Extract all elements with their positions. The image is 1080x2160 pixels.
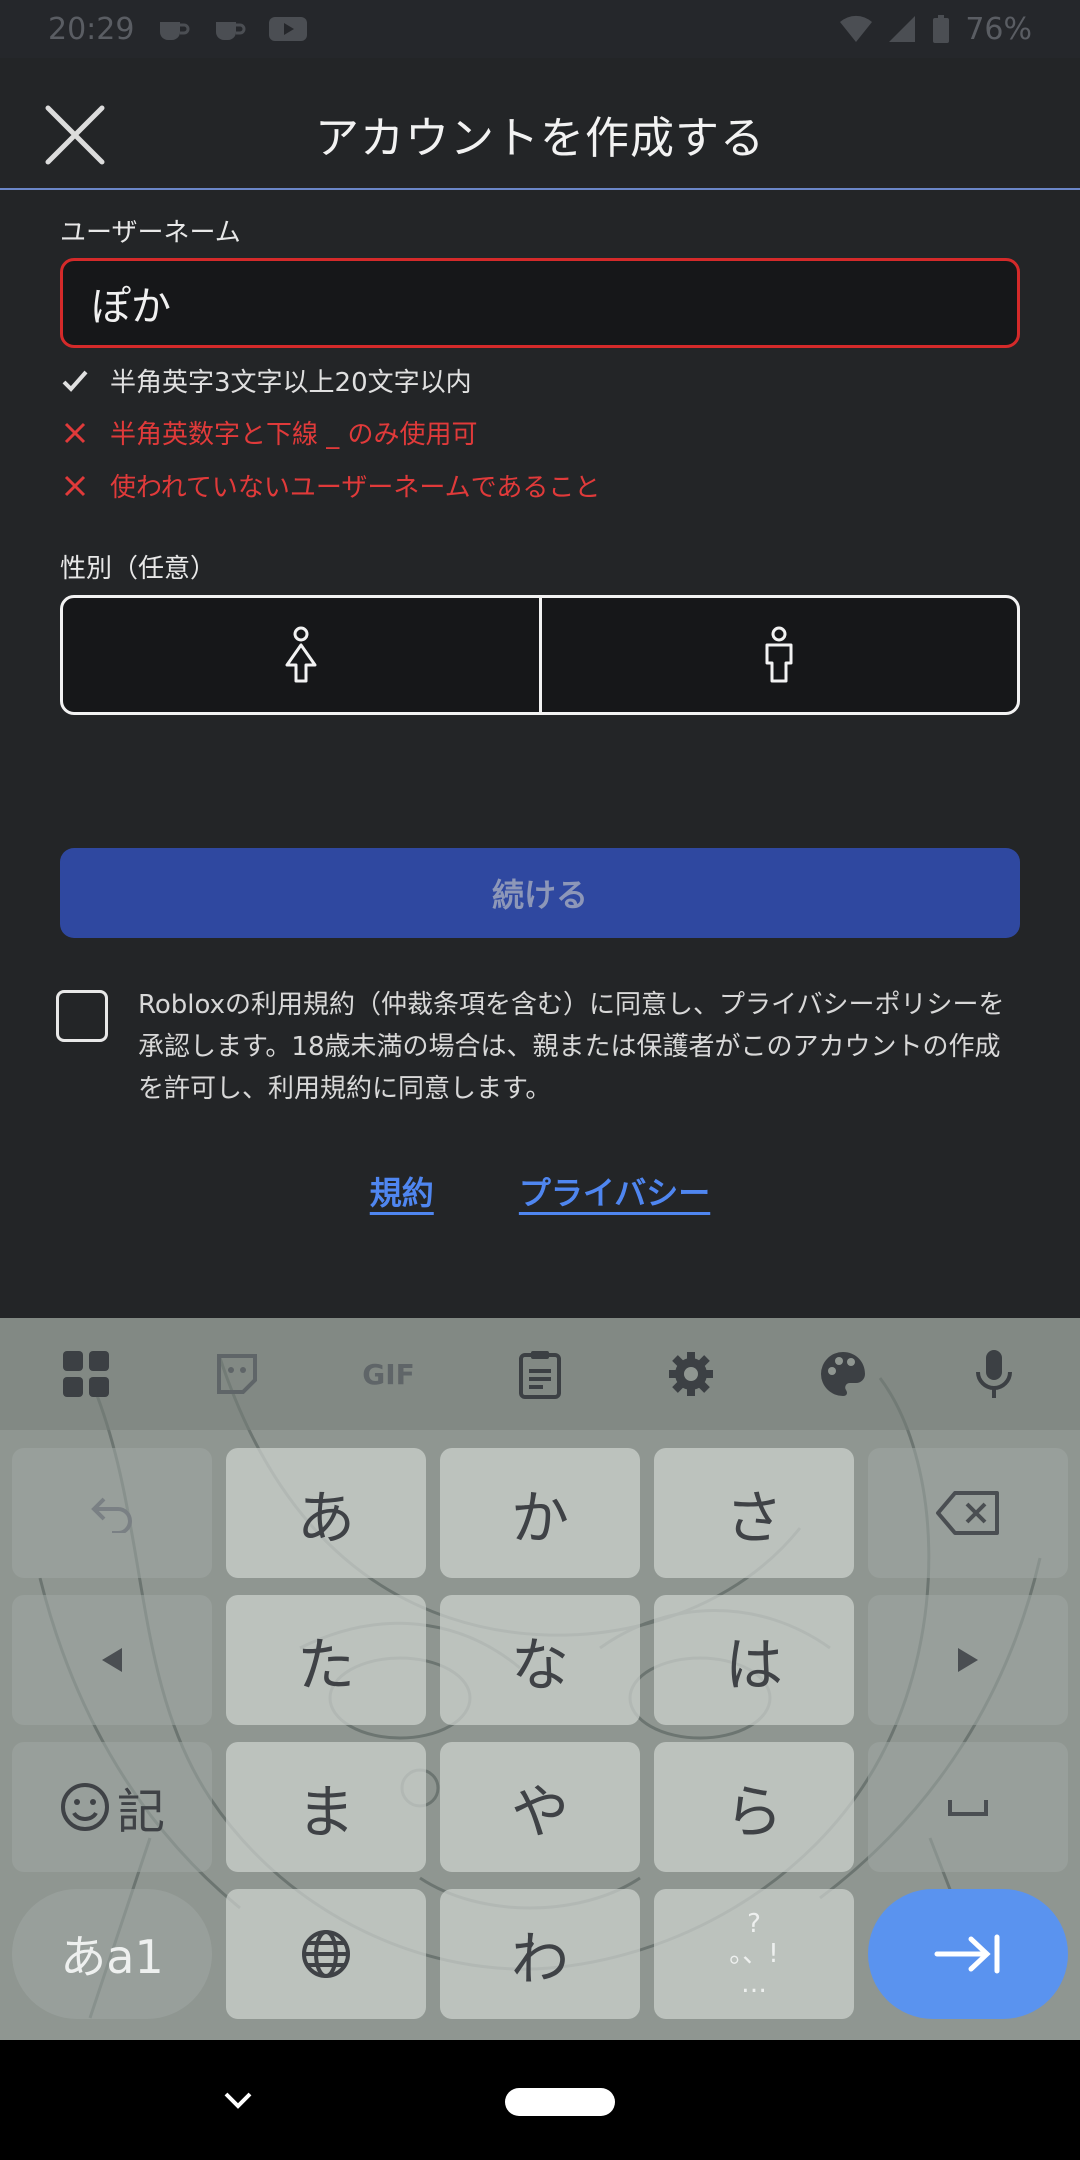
undo-key[interactable]: [12, 1448, 212, 1578]
rule-text: 半角英字3文字以上20文字以内: [110, 368, 472, 398]
terms-text: Robloxの利用規約（仲裁条項を含む）に同意し、プライバシーポリシーを承認しま…: [138, 990, 1005, 1104]
space-key[interactable]: [868, 1742, 1068, 1872]
microphone-icon[interactable]: [964, 1344, 1024, 1404]
check-icon: [60, 366, 90, 396]
wifi-icon: [840, 15, 873, 43]
battery-icon: [933, 15, 950, 43]
chevron-down-icon[interactable]: [222, 2086, 254, 2116]
username-input[interactable]: ぽか: [60, 258, 1020, 348]
key-na[interactable]: な: [440, 1595, 640, 1725]
username-value: ぽか: [91, 284, 171, 330]
backspace-key[interactable]: [868, 1448, 1068, 1578]
globe-icon: [302, 1930, 350, 1978]
male-icon: [765, 626, 793, 683]
rule-text: 使われていないユーザーネームであること: [110, 473, 601, 503]
right-arrow-icon: [958, 1648, 978, 1672]
settings-gear-icon[interactable]: [661, 1344, 721, 1404]
key-ra[interactable]: ら: [654, 1742, 854, 1872]
key-sa[interactable]: さ: [654, 1448, 854, 1578]
kigou-label: 記: [116, 1784, 165, 1840]
system-nav-bar: [0, 2040, 1080, 2160]
username-rule-chars: 半角英数字と下線 _ のみ使用可: [60, 414, 478, 451]
continue-button[interactable]: 続ける: [60, 848, 1020, 938]
tab-arrow-icon: [934, 1934, 1000, 1974]
cup-icon: [160, 22, 190, 40]
gender-label: 性別（任意）: [60, 554, 217, 584]
left-arrow-icon: [102, 1648, 122, 1672]
key-a[interactable]: あ: [226, 1448, 426, 1578]
gif-button[interactable]: GIF: [359, 1344, 419, 1404]
signal-icon: [889, 16, 916, 42]
input-mode-key[interactable]: あa1: [12, 1889, 212, 2019]
username-rule-unique: 使われていないユーザーネームであること: [60, 467, 600, 504]
page-title: アカウントを作成する: [315, 113, 765, 164]
next-field-key[interactable]: [868, 1889, 1068, 2019]
username-rule-length: 半角英字3文字以上20文字以内: [60, 362, 472, 399]
rule-text: 半角英数字と下線 _ のみ使用可: [110, 420, 478, 450]
cross-icon: [60, 418, 90, 448]
status-bar: 20:29 76%: [0, 0, 1080, 58]
punct-top: ?: [747, 1909, 761, 1939]
privacy-link[interactable]: プライバシー: [519, 1174, 710, 1212]
punct-mid: 。、!: [729, 1939, 779, 1969]
home-pill[interactable]: [505, 2088, 615, 2116]
keyboard-toolbar: GIF: [0, 1318, 1080, 1430]
soft-keyboard: GIF あ か さ た な は 記 ま や ら あa1 わ ? 。、! …: [0, 1318, 1080, 2040]
cursor-left-key[interactable]: [12, 1595, 212, 1725]
cross-icon: [60, 471, 90, 501]
punct-bottom: …: [741, 1969, 767, 1999]
emoji-symbol-key[interactable]: 記: [12, 1742, 212, 1872]
space-icon: [948, 1800, 988, 1816]
backspace-icon: [936, 1491, 999, 1535]
battery-percent: 76%: [965, 11, 1032, 47]
emoji-icon: [60, 1783, 109, 1831]
key-ka[interactable]: か: [440, 1448, 640, 1578]
cursor-right-key[interactable]: [868, 1595, 1068, 1725]
terms-link[interactable]: 規約: [370, 1174, 434, 1212]
username-label: ユーザーネーム: [60, 218, 241, 248]
gender-selector: [60, 595, 1020, 715]
gender-female-button[interactable]: [63, 598, 539, 712]
apps-grid-icon[interactable]: [56, 1344, 116, 1404]
cup-icon: [216, 22, 246, 40]
theme-palette-icon[interactable]: [813, 1344, 873, 1404]
youtube-icon: [269, 17, 308, 41]
key-ya[interactable]: や: [440, 1742, 640, 1872]
clipboard-icon[interactable]: [510, 1344, 570, 1404]
key-ma[interactable]: ま: [226, 1742, 426, 1872]
status-time: 20:29: [48, 11, 135, 47]
gender-male-button[interactable]: [538, 598, 1018, 712]
key-wa[interactable]: わ: [440, 1889, 640, 2019]
app-header: アカウントを作成する: [0, 58, 1080, 190]
key-ha[interactable]: は: [654, 1595, 854, 1725]
keyboard-keys: あ か さ た な は 記 ま や ら あa1 わ ? 。、! …: [0, 1430, 1080, 2040]
legal-links: 規約 プライバシー: [60, 1168, 1020, 1214]
undo-icon: [91, 1497, 132, 1533]
terms-checkbox[interactable]: [56, 990, 108, 1042]
language-key[interactable]: [226, 1889, 426, 2019]
punctuation-key[interactable]: ? 。、! …: [654, 1889, 854, 2019]
key-ta[interactable]: た: [226, 1595, 426, 1725]
female-icon: [285, 626, 317, 683]
sticker-icon[interactable]: [207, 1344, 267, 1404]
gif-label: GIF: [362, 1357, 415, 1391]
